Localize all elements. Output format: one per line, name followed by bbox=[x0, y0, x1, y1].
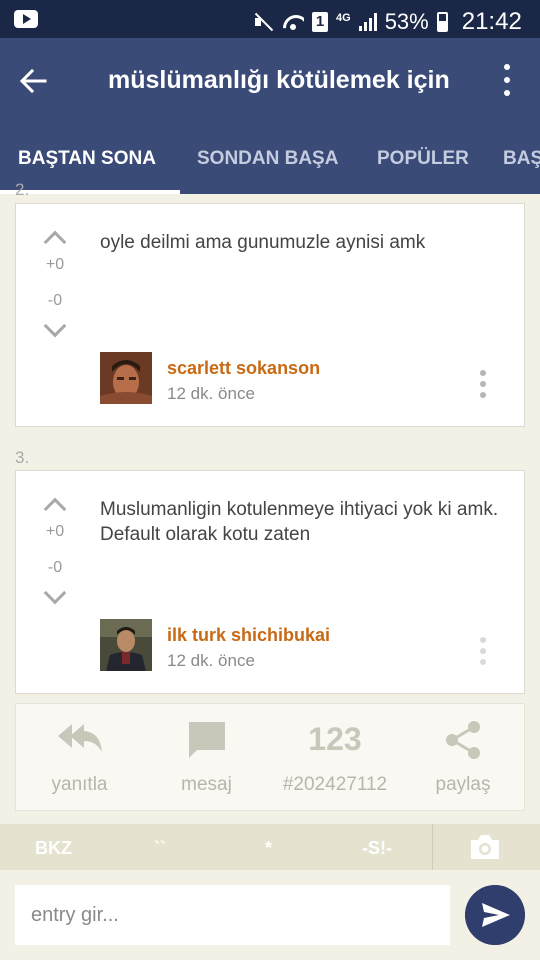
tab-sondan-basa[interactable]: SONDAN BAŞA bbox=[197, 148, 338, 170]
entry-number: 2. bbox=[15, 180, 30, 199]
share-label: paylaş bbox=[435, 774, 491, 795]
reply-label: yanıtla bbox=[51, 774, 108, 795]
entry-options-icon[interactable] bbox=[478, 370, 488, 398]
send-icon[interactable] bbox=[465, 885, 525, 945]
overflow-menu-icon[interactable] bbox=[498, 64, 516, 96]
downvote-icon[interactable] bbox=[43, 314, 67, 338]
reply-all-icon bbox=[57, 724, 102, 752]
app-bar: müslümanlığı kötülemek için bbox=[0, 38, 540, 124]
message-label: mesaj bbox=[181, 774, 232, 795]
upvote-count: +0 bbox=[45, 523, 65, 540]
star-button[interactable]: * bbox=[265, 838, 272, 859]
author-name[interactable]: ilk turk shichibukai bbox=[167, 625, 330, 646]
downvote-icon[interactable] bbox=[43, 581, 67, 605]
upvote-icon[interactable] bbox=[43, 497, 67, 521]
share-button[interactable]: paylaş bbox=[400, 704, 526, 812]
battery-icon bbox=[436, 12, 448, 32]
page-title: müslümanlığı kötülemek için bbox=[108, 66, 450, 94]
tab-bastan-sona[interactable]: BAŞTAN SONA bbox=[18, 148, 156, 170]
upvote-icon[interactable] bbox=[43, 230, 67, 254]
sim-indicator: 1 bbox=[312, 12, 328, 32]
entry-input-bar bbox=[0, 870, 540, 960]
bkz-button[interactable]: BKZ bbox=[35, 838, 72, 859]
downvote-count: -0 bbox=[47, 559, 63, 576]
tab-partial[interactable]: BAŞ bbox=[503, 148, 540, 170]
tab-bar: BAŞTAN SONA SONDAN BAŞA POPÜLER BAŞ bbox=[0, 124, 540, 194]
share-icon bbox=[446, 721, 480, 759]
back-arrow-icon[interactable] bbox=[18, 66, 48, 96]
status-icons: 1 4G 53% 21:42 bbox=[252, 8, 522, 36]
mute-icon bbox=[252, 11, 274, 33]
upvote-count: +0 bbox=[45, 256, 65, 273]
entry-action-bar: yanıtla mesaj 123 #202427112 paylaş bbox=[15, 703, 525, 811]
svg-text:123: 123 bbox=[308, 721, 361, 756]
camera-icon[interactable] bbox=[469, 834, 501, 860]
network-type: 4G bbox=[336, 12, 351, 24]
status-bar: 1 4G 53% 21:42 bbox=[0, 0, 540, 38]
entry-date[interactable]: 12 dk. önce bbox=[167, 651, 255, 671]
vote-box: +0 -0 bbox=[40, 497, 70, 605]
entry-card: +0 -0 oyle deilmi ama gunumuzle aynisi a… bbox=[15, 203, 525, 427]
message-icon bbox=[188, 722, 225, 758]
message-button[interactable]: mesaj bbox=[143, 704, 270, 812]
clock: 21:42 bbox=[461, 8, 522, 35]
spoiler-button[interactable]: -S!- bbox=[362, 838, 392, 859]
backtick-button[interactable]: `` bbox=[154, 838, 166, 859]
entry-options-icon[interactable] bbox=[478, 637, 488, 665]
entry-input[interactable] bbox=[15, 885, 450, 945]
downvote-count: -0 bbox=[47, 292, 63, 309]
author-avatar[interactable] bbox=[100, 352, 152, 404]
entry-text: Muslumanligin kotulenmeye ihtiyaci yok k… bbox=[100, 499, 499, 545]
format-toolbar: BKZ `` * -S!- bbox=[0, 824, 540, 870]
vote-box: +0 -0 bbox=[40, 230, 70, 338]
reply-button[interactable]: yanıtla bbox=[16, 704, 143, 812]
tab-populer[interactable]: POPÜLER bbox=[377, 148, 469, 170]
author-avatar[interactable] bbox=[100, 619, 152, 671]
entry-id-label: #202427112 bbox=[282, 774, 388, 795]
entry-id-button[interactable]: 123 #202427112 bbox=[270, 704, 400, 812]
wifi-icon bbox=[282, 13, 304, 31]
toolbar-divider bbox=[432, 824, 433, 870]
entry-date[interactable]: 12 dk. önce bbox=[167, 384, 255, 404]
entry-text: oyle deilmi ama gunumuzle aynisi amk bbox=[100, 232, 426, 253]
signal-icon bbox=[358, 13, 377, 31]
entry-card: +0 -0 Muslumanligin kotulenmeye ihtiyaci… bbox=[15, 470, 525, 694]
battery-percent: 53% bbox=[384, 9, 429, 34]
author-name[interactable]: scarlett sokanson bbox=[167, 358, 320, 379]
entry-number: 3. bbox=[15, 448, 30, 467]
youtube-notification-icon bbox=[14, 10, 38, 28]
numbers-icon: 123 bbox=[308, 721, 361, 756]
